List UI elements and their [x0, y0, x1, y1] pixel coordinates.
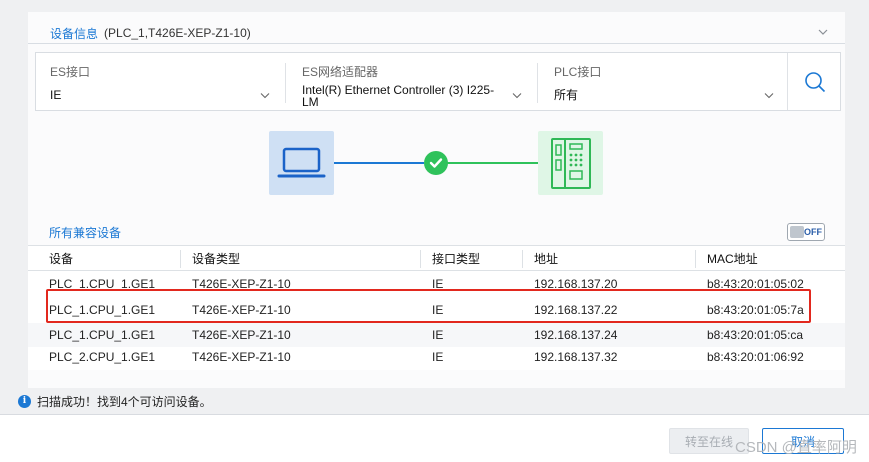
- es-interface-label: ES接口: [50, 65, 91, 79]
- ip-address: 192.168.137.32: [534, 350, 618, 364]
- mac-address: b8:43:20:01:05:ca: [707, 328, 804, 342]
- watermark: CSDN @直率阿明: [735, 439, 857, 456]
- divider: [28, 43, 845, 44]
- search-icon: [805, 71, 826, 92]
- es-interface-select[interactable]: ES接口 IE: [36, 53, 286, 110]
- device-name: PLC_2.CPU_1.GE1: [49, 350, 156, 364]
- plc-interface-select[interactable]: PLC接口 所有: [540, 53, 787, 110]
- device-name: PLC_1.CPU_1.GE1: [49, 328, 156, 342]
- interface-type: IE: [432, 328, 444, 342]
- column-header[interactable]: 设备类型: [192, 252, 240, 266]
- online-toggle[interactable]: OFF: [787, 223, 825, 241]
- compatible-devices-title: 所有兼容设备: [49, 226, 122, 240]
- connection-diagram: [269, 131, 603, 195]
- toggle-knob: [790, 226, 804, 238]
- interface-type: IE: [432, 350, 444, 364]
- status-bar: i 扫描成功！找到4个可访问设备。: [0, 388, 869, 415]
- laptop-icon: [269, 131, 334, 195]
- chevron-down-icon: [512, 90, 522, 102]
- connection-line: [334, 162, 424, 164]
- column-divider[interactable]: [180, 250, 181, 268]
- column-divider[interactable]: [695, 250, 696, 268]
- es-interface-value: IE: [50, 88, 62, 102]
- table-row[interactable]: PLC_1.CPU_1.GE1 T426E-XEP-Z1-10 IE 192.1…: [28, 323, 845, 347]
- column-header[interactable]: 设备: [49, 252, 73, 266]
- connection-line: [447, 162, 538, 164]
- plc-interface-label: PLC接口: [554, 65, 602, 79]
- divider: [285, 63, 286, 103]
- column-divider[interactable]: [522, 250, 523, 268]
- column-header[interactable]: MAC地址: [707, 252, 758, 266]
- plc-interface-value: 所有: [554, 88, 579, 102]
- selected-row-highlight: [46, 289, 811, 323]
- table-header: 设备 设备类型 接口类型 地址 MAC地址: [28, 245, 845, 271]
- es-adapter-value-line2: LM: [302, 95, 319, 109]
- chevron-down-icon[interactable]: [817, 25, 829, 39]
- device-info-subtitle: (PLC_1,T426E-XEP-Z1-10): [104, 26, 251, 40]
- divider: [537, 63, 538, 103]
- column-divider[interactable]: [420, 250, 421, 268]
- info-icon: i: [18, 394, 31, 408]
- device-type: T426E-XEP-Z1-10: [192, 328, 291, 342]
- plc-device-icon: [538, 131, 603, 195]
- connection-filters: ES接口 IE ES网络适配器 Intel(R) Ethernet Contro…: [35, 52, 841, 111]
- column-header[interactable]: 接口类型: [432, 252, 480, 266]
- es-adapter-label: ES网络适配器: [302, 65, 379, 79]
- status-message: 扫描成功！找到4个可访问设备。: [37, 394, 212, 409]
- table-row[interactable]: PLC_2.CPU_1.GE1 T426E-XEP-Z1-10 IE 192.1…: [28, 345, 845, 369]
- chevron-down-icon: [764, 90, 774, 102]
- device-type: T426E-XEP-Z1-10: [192, 350, 291, 364]
- toggle-label: OFF: [804, 227, 822, 237]
- device-info-title: 设备信息: [50, 26, 99, 41]
- chevron-down-icon: [260, 90, 270, 102]
- column-header[interactable]: 地址: [534, 252, 558, 266]
- es-adapter-value-line1: Intel(R) Ethernet Controller (3) I225-: [302, 83, 495, 97]
- device-info-header[interactable]: 设备信息 (PLC_1,T426E-XEP-Z1-10): [50, 23, 843, 43]
- mac-address: b8:43:20:01:06:92: [707, 350, 804, 364]
- search-button[interactable]: [787, 53, 842, 110]
- es-adapter-select[interactable]: ES网络适配器 Intel(R) Ethernet Controller (3)…: [288, 53, 538, 110]
- check-circle-icon: [424, 151, 448, 175]
- ip-address: 192.168.137.24: [534, 328, 618, 342]
- es-adapter-value: Intel(R) Ethernet Controller (3) I225- L…: [302, 84, 514, 108]
